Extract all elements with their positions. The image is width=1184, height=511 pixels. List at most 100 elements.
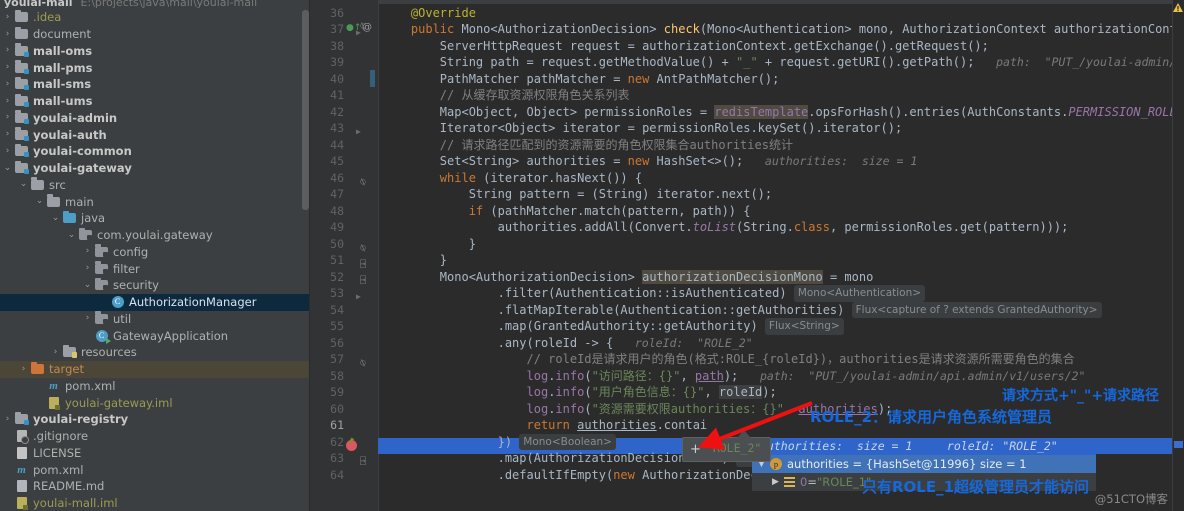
code-line-55[interactable]: 55 .map(GrantedAuthority::getAuthority) … bbox=[310, 318, 1184, 335]
debug-variable-row[interactable]: ▼ p authorities = {HashSet@11996} size =… bbox=[752, 454, 1096, 473]
code-line-53[interactable]: 53 .filter(Authentication::isAuthenticat… bbox=[310, 285, 1184, 302]
line-text: } bbox=[382, 253, 448, 267]
tree-item-pom-xml[interactable]: m pom.xml bbox=[0, 378, 310, 395]
tree-item-resources[interactable]: › resources bbox=[0, 344, 310, 361]
marker-gutter[interactable] bbox=[1172, 0, 1184, 511]
caret-marker[interactable] bbox=[1174, 441, 1183, 448]
chevron-down-icon[interactable]: ⌄ bbox=[82, 280, 93, 290]
tree-item-security[interactable]: ⌄ security bbox=[0, 277, 310, 294]
tree-item-mall-ums[interactable]: › mall-ums bbox=[0, 93, 310, 110]
project-tool-window[interactable]: youlai-mall E:\projects\java\mall\youlai… bbox=[0, 0, 310, 511]
tree-item-readme-md[interactable]: README.md bbox=[0, 478, 310, 495]
code-line-45[interactable]: 45 Set<String> authorities = new HashSet… bbox=[310, 153, 1184, 170]
tree-item--gitignore[interactable]: .gitignore bbox=[0, 428, 310, 445]
chevron-down-icon[interactable]: ⌄ bbox=[2, 163, 13, 173]
tree-item-java[interactable]: ⌄ java bbox=[0, 210, 310, 227]
code-line-46[interactable]: 46 while (iterator.hasNext()) { bbox=[310, 170, 1184, 187]
code-line-40[interactable]: 40 PathMatcher pathMatcher = new AntPath… bbox=[310, 71, 1184, 88]
tree-item-target[interactable]: › target bbox=[0, 360, 310, 378]
chevron-down-icon[interactable]: ⌄ bbox=[34, 197, 45, 206]
code-line-56[interactable]: 56 .any(roleId -> { roleId: "ROLE_2" bbox=[310, 335, 1184, 352]
chevron-down-icon[interactable]: ⌄ bbox=[50, 213, 61, 223]
chevron-right-icon[interactable]: › bbox=[50, 347, 61, 357]
code-line-49[interactable]: 49 authorities.addAll(Convert.toList(Str… bbox=[310, 219, 1184, 236]
line-number: 39 bbox=[330, 55, 344, 69]
tree-item-src[interactable]: ⌄ src bbox=[0, 177, 310, 194]
tree-item-youlai-common[interactable]: › youlai-common bbox=[0, 143, 310, 160]
code-line-37[interactable]: 37 public Mono<AuthorizationDecision> ch… bbox=[310, 21, 1184, 38]
tree-item-authorizationmanager[interactable]: C AuthorizationManager bbox=[0, 293, 310, 311]
tree-item-youlai-gateway-iml[interactable]: youlai-gateway.iml bbox=[0, 394, 310, 411]
line-text: } bbox=[382, 236, 476, 251]
chevron-right-icon[interactable]: › bbox=[2, 63, 13, 72]
tree-item-label: youlai-admin bbox=[33, 110, 118, 125]
chevron-right-icon[interactable]: › bbox=[82, 264, 93, 273]
line-number: 42 bbox=[330, 104, 344, 119]
line-number: 52 bbox=[330, 269, 344, 284]
line-text: String pattern = (String) iterator.next(… bbox=[382, 187, 773, 201]
chevron-right-icon[interactable]: › bbox=[2, 146, 13, 156]
code-line-51[interactable]: 51 } bbox=[310, 252, 1184, 269]
code-line-57[interactable]: 57 // roleId是请求用户的角色(格式:ROLE_{roleId})，a… bbox=[310, 351, 1184, 368]
line-number: 58 bbox=[330, 368, 344, 383]
chevron-right-icon[interactable]: › bbox=[2, 96, 13, 106]
tree-item-util[interactable]: › util bbox=[0, 311, 310, 328]
code-line-48[interactable]: 48 if (pathMatcher.match(pattern, path))… bbox=[310, 203, 1184, 220]
tree-item-gatewayapplication[interactable]: C GatewayApplication bbox=[0, 327, 310, 344]
tree-item-youlai-auth[interactable]: › youlai-auth bbox=[0, 126, 310, 143]
chevron-right-icon[interactable]: › bbox=[2, 12, 13, 22]
project-root-row[interactable]: youlai-mall E:\projects\java\mall\youlai… bbox=[0, 0, 310, 9]
chevron-right-icon[interactable]: › bbox=[2, 46, 13, 55]
chevron-right-icon[interactable]: › bbox=[2, 414, 13, 424]
line-text: PathMatcher pathMatcher = new AntPathMat… bbox=[382, 71, 780, 86]
tree-item-youlai-mall-iml[interactable]: youlai-mall.iml bbox=[0, 495, 310, 511]
debug-element-index: 0 bbox=[800, 474, 808, 489]
chevron-down-icon[interactable]: ⌄ bbox=[18, 180, 29, 189]
tree-item-license[interactable]: LICENSE bbox=[0, 445, 310, 462]
code-line-52[interactable]: 52 Mono<AuthorizationDecision> authoriza… bbox=[310, 269, 1184, 286]
code-line-36[interactable]: 36 @Override bbox=[310, 5, 1184, 22]
code-line-38[interactable]: 38 ServerHttpRequest request = authoriza… bbox=[310, 38, 1184, 55]
code-line-50[interactable]: 50 } bbox=[310, 236, 1184, 253]
chevron-right-icon[interactable]: › bbox=[18, 364, 29, 374]
module-folder-icon bbox=[13, 143, 30, 158]
code-line-39[interactable]: 39 String path = request.getMethodValue(… bbox=[310, 54, 1184, 71]
chevron-right-icon[interactable]: ▶ bbox=[772, 477, 784, 487]
code-line-44[interactable]: 44 // 请求路径匹配到的资源需要的角色权限集合authorities统计 bbox=[310, 137, 1184, 154]
line-text: Map<Object, Object> permissionRoles = re… bbox=[382, 104, 1184, 119]
tree-item-mall-pms[interactable]: › mall-pms bbox=[0, 59, 310, 76]
code-line-58[interactable]: 58 log.info("访问路径：{}", path); path: "PUT… bbox=[310, 368, 1184, 385]
tree-item-pom-xml[interactable]: m pom.xml bbox=[0, 461, 310, 478]
chevron-right-icon[interactable]: › bbox=[2, 79, 13, 89]
chevron-right-icon[interactable]: › bbox=[2, 29, 13, 39]
code-line-54[interactable]: 54 .flatMapIterable(Authentication::getA… bbox=[310, 301, 1184, 318]
line-number: 50 bbox=[330, 236, 344, 251]
tree-item-youlai-registry[interactable]: › youlai-registry bbox=[0, 411, 310, 428]
chevron-down-icon[interactable]: ⌄ bbox=[66, 230, 77, 240]
annotation-role1: 只有ROLE_1超级管理员才能访问 bbox=[862, 478, 1090, 496]
line-text: public Mono<AuthorizationDecision> check… bbox=[410, 22, 1184, 36]
code-line-42[interactable]: 42 Map<Object, Object> permissionRoles =… bbox=[310, 104, 1184, 121]
tree-item-mall-oms[interactable]: › mall-oms bbox=[0, 43, 310, 60]
code-line-41[interactable]: 41 // 从缓存取资源权限角色关系列表 bbox=[310, 87, 1184, 104]
chevron-right-icon[interactable]: › bbox=[82, 247, 93, 256]
sidebar-scrollbar[interactable] bbox=[302, 10, 309, 210]
tree-item-mall-sms[interactable]: › mall-sms bbox=[0, 76, 310, 93]
tree-item-com-youlai-gateway[interactable]: ⌄ com.youlai.gateway bbox=[0, 227, 310, 244]
chevron-right-icon[interactable]: › bbox=[82, 314, 93, 323]
code-line-47[interactable]: 47 String pattern = (String) iterator.ne… bbox=[310, 186, 1184, 203]
chevron-right-icon[interactable]: › bbox=[2, 130, 13, 139]
chevron-right-icon[interactable]: › bbox=[2, 113, 13, 122]
project-tree[interactable]: › .idea › document › mall-oms › mall-pms › mall-s… bbox=[0, 9, 310, 511]
tree-item--idea[interactable]: › .idea bbox=[0, 9, 310, 26]
line-number: 64 bbox=[330, 467, 344, 482]
tree-item-filter[interactable]: › filter bbox=[0, 260, 310, 277]
iml-file-icon bbox=[45, 396, 62, 410]
tree-item-document[interactable]: › document bbox=[0, 26, 310, 43]
tree-item-youlai-admin[interactable]: › youlai-admin bbox=[0, 110, 310, 127]
warning-icon[interactable] bbox=[1173, 3, 1183, 13]
tree-item-config[interactable]: › config bbox=[0, 244, 310, 261]
tree-item-main[interactable]: ⌄ main bbox=[0, 193, 310, 210]
code-line-43[interactable]: 43 Iterator<Object> iterator = permissio… bbox=[310, 120, 1184, 137]
tree-item-youlai-gateway[interactable]: ⌄ youlai-gateway bbox=[0, 160, 310, 177]
